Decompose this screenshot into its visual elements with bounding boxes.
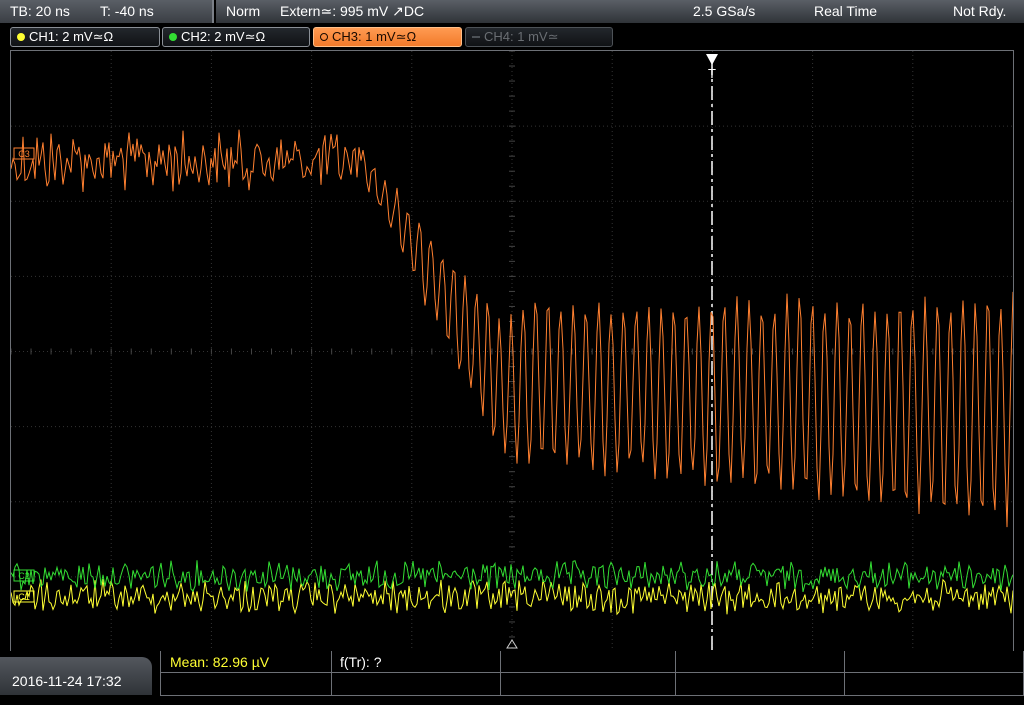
channel-tab-ch3[interactable]: CH3: 1 mV≃Ω	[313, 27, 462, 47]
measurement-cell-2[interactable]: f(Tr): ?	[331, 651, 501, 673]
timebase-box[interactable]: TB: 20 ns T: -40 ns	[0, 0, 214, 23]
ch3-level-marker[interactable]: C3	[13, 147, 35, 160]
ch3-ring-icon	[320, 33, 328, 41]
ch2-marker-text: C2	[18, 571, 30, 581]
ch4-label: CH4: 1 mV≃	[484, 29, 559, 44]
datetime: 2016-11-24 17:32	[12, 673, 122, 689]
channel-tab-ch1[interactable]: CH1: 2 mV≃Ω	[10, 27, 160, 47]
trigger-offset-label: T: -40 ns	[100, 3, 154, 19]
trigger-frequency-measurement: f(Tr): ?	[340, 654, 382, 670]
trigger-mode: Norm	[226, 3, 261, 19]
measurement-cell-8[interactable]	[500, 673, 676, 696]
bottom-bar: 2016-11-24 17:32 Mean: 82.96 µV f(Tr): ?	[0, 651, 1024, 696]
measurement-cell-10[interactable]	[844, 673, 1024, 696]
waveform-canvas[interactable]: T C3 C2 C1	[11, 51, 1013, 652]
trigger-marker-label: T	[708, 66, 716, 81]
measurement-cell-4[interactable]	[675, 651, 845, 673]
ch3-label: CH3: 1 mV≃Ω	[332, 29, 417, 44]
channel-tabs: CH1: 2 mV≃Ω CH2: 2 mV≃Ω CH3: 1 mV≃Ω CH4:…	[0, 24, 1024, 49]
ch1-dot-icon	[17, 33, 25, 41]
measurement-cell-1[interactable]: Mean: 82.96 µV	[160, 651, 332, 673]
ch4-dash-icon	[472, 36, 480, 38]
ch1-waveform	[11, 578, 1013, 616]
acquisition-status-bar[interactable]: Norm Extern≃: 995 mV ↗DC 2.5 GSa/s Real …	[216, 0, 1024, 23]
timebase-label: TB: 20 ns	[10, 3, 70, 19]
measurement-cell-3[interactable]	[500, 651, 676, 673]
measurement-cell-7[interactable]	[331, 673, 501, 696]
trigger-arrow-icon[interactable]	[706, 54, 718, 65]
mean-measurement: Mean: 82.96 µV	[170, 654, 270, 670]
channel-tab-ch2[interactable]: CH2: 2 mV≃Ω	[162, 27, 310, 47]
measurement-cell-6[interactable]	[160, 673, 332, 696]
waveform-display[interactable]: T C3 C2 C1	[10, 50, 1014, 653]
ch3-marker-text: C3	[18, 149, 30, 159]
datetime-box: 2016-11-24 17:32	[0, 657, 152, 695]
ch1-label: CH1: 2 mV≃Ω	[29, 29, 114, 44]
channel-tab-ch4[interactable]: CH4: 1 mV≃	[465, 27, 613, 47]
measurement-table[interactable]: Mean: 82.96 µV f(Tr): ?	[160, 651, 1024, 696]
acquisition-mode: Real Time	[814, 3, 878, 19]
graticule	[11, 51, 1013, 652]
ch2-label: CH2: 2 mV≃Ω	[181, 29, 266, 44]
measurement-cell-9[interactable]	[675, 673, 845, 696]
ready-state: Not Rdy.	[953, 3, 1007, 19]
ch1-marker-text: C1	[18, 592, 30, 602]
ch2-dot-icon	[169, 33, 177, 41]
top-bar: TB: 20 ns T: -40 ns Norm Extern≃: 995 mV…	[0, 0, 1024, 24]
trigger-source: Extern≃: 995 mV ↗DC	[280, 3, 425, 19]
sample-rate: 2.5 GSa/s	[693, 3, 756, 19]
measurement-cell-5[interactable]	[844, 651, 1024, 673]
